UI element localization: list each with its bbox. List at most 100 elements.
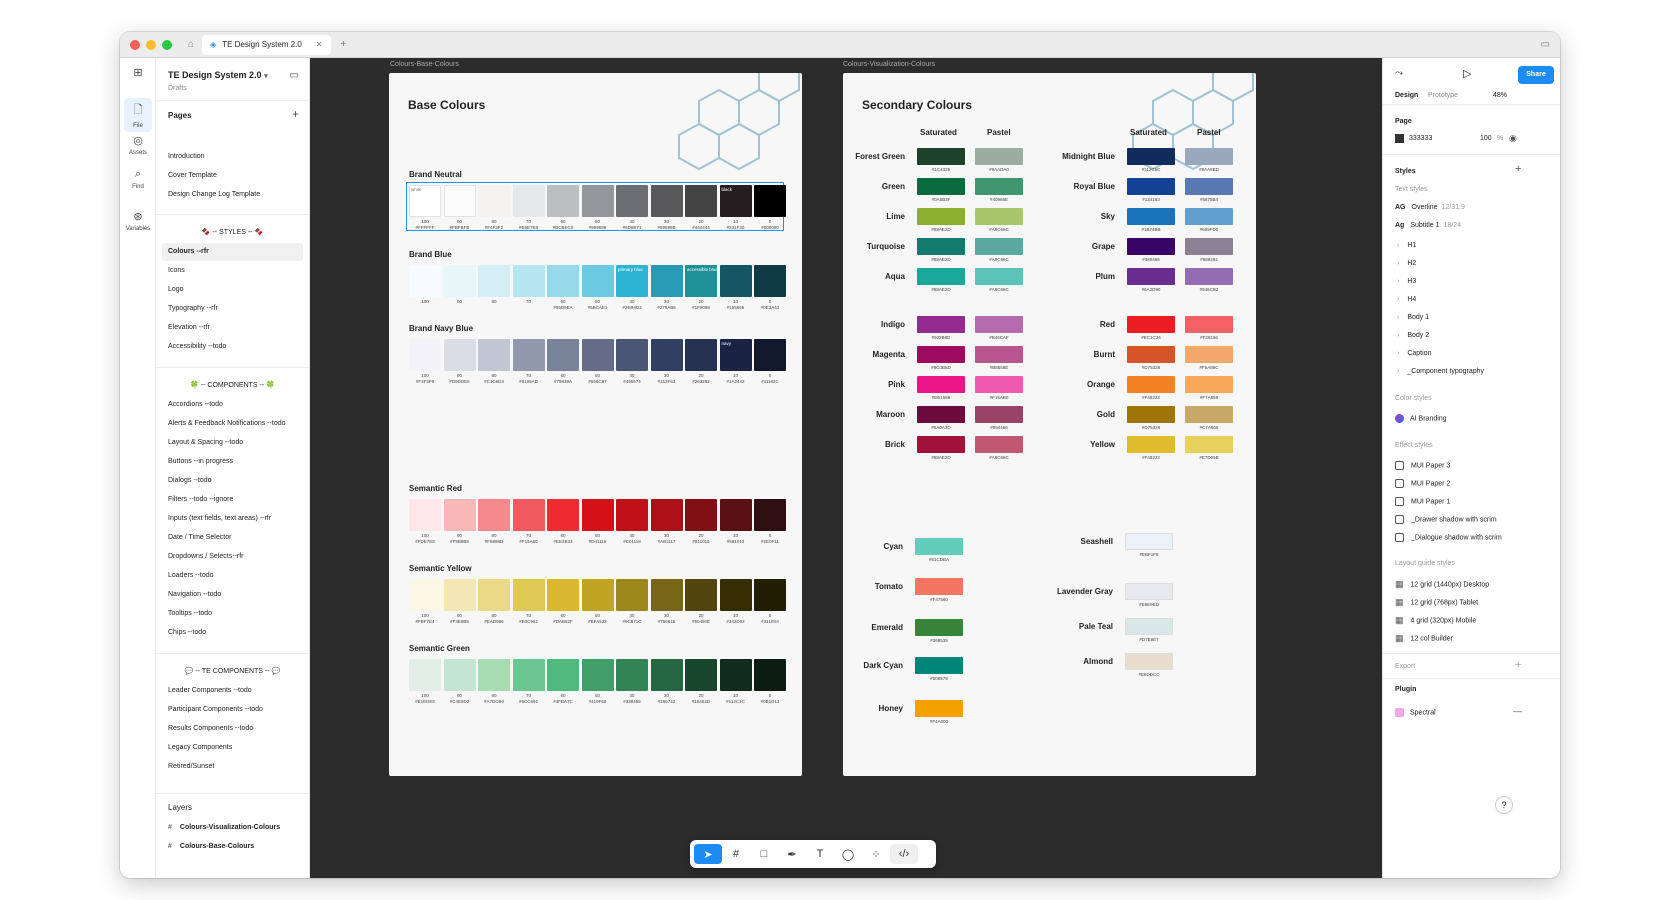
text-style-group[interactable]: › H1 bbox=[1397, 242, 1416, 249]
rectangle-tool-icon[interactable]: □ bbox=[750, 844, 778, 864]
page-item[interactable]: Accordions --todo bbox=[162, 396, 303, 414]
page-item[interactable]: Legacy Components bbox=[162, 739, 303, 757]
pastel-swatch[interactable] bbox=[975, 178, 1023, 195]
new-tab-icon[interactable]: + bbox=[341, 39, 347, 50]
saturated-swatch[interactable] bbox=[1127, 316, 1175, 333]
close-tab-icon[interactable]: ✕ bbox=[316, 40, 323, 49]
add-export-icon[interactable]: + bbox=[1515, 659, 1521, 671]
canvas[interactable]: Colours-Base-Colours Colours-Visualizati… bbox=[310, 58, 1382, 878]
color-swatch[interactable] bbox=[616, 185, 648, 217]
pastel-swatch[interactable] bbox=[975, 406, 1023, 423]
help-button[interactable]: ? bbox=[1495, 796, 1513, 814]
color-swatch[interactable] bbox=[754, 339, 786, 371]
color-swatch[interactable] bbox=[915, 657, 963, 674]
text-tool-icon[interactable]: T bbox=[806, 844, 834, 864]
color-swatch[interactable] bbox=[1125, 653, 1173, 670]
pastel-swatch[interactable] bbox=[975, 238, 1023, 255]
color-swatch[interactable] bbox=[650, 185, 683, 217]
color-swatch[interactable] bbox=[547, 339, 579, 371]
color-swatch[interactable] bbox=[650, 339, 683, 371]
text-style-group[interactable]: › H3 bbox=[1397, 278, 1416, 285]
color-swatch[interactable] bbox=[650, 579, 683, 611]
color-swatch[interactable] bbox=[754, 499, 786, 531]
color-swatch[interactable] bbox=[547, 499, 579, 531]
color-swatch[interactable] bbox=[1125, 583, 1173, 600]
page-item[interactable]: Cover Template bbox=[162, 167, 303, 185]
page-item[interactable]: Colours --rfr bbox=[162, 243, 303, 261]
plugin-item[interactable]: Spectral bbox=[1395, 708, 1436, 717]
page-item[interactable]: Introduction bbox=[162, 148, 303, 166]
text-style-item[interactable]: AG Overline 12/31.9 bbox=[1395, 204, 1465, 211]
pen-tool-icon[interactable]: ✒ bbox=[778, 844, 806, 864]
saturated-swatch[interactable] bbox=[1127, 346, 1175, 363]
present-play-icon[interactable]: ▷ bbox=[1463, 67, 1471, 80]
remove-plugin-icon[interactable]: — bbox=[1513, 706, 1522, 716]
text-style-group[interactable]: › H2 bbox=[1397, 260, 1416, 267]
color-swatch[interactable] bbox=[478, 185, 510, 217]
color-swatch[interactable] bbox=[443, 185, 476, 217]
saturated-swatch[interactable] bbox=[1127, 148, 1175, 165]
minimize-window-button[interactable] bbox=[146, 39, 156, 50]
saturated-swatch[interactable] bbox=[917, 268, 965, 285]
layout-style-item[interactable]: ▦ 12 grid (1440px) Desktop bbox=[1395, 579, 1489, 590]
page-item[interactable]: Alerts & Feedback Notifications --todo bbox=[162, 415, 303, 433]
color-swatch[interactable] bbox=[512, 265, 545, 297]
effect-style-item[interactable]: _Drawer shadow with scrim bbox=[1395, 515, 1497, 524]
pastel-swatch[interactable] bbox=[1185, 346, 1233, 363]
color-swatch[interactable] bbox=[409, 339, 441, 371]
color-swatch[interactable] bbox=[478, 659, 510, 691]
color-swatch[interactable] bbox=[915, 578, 963, 595]
color-swatch[interactable] bbox=[719, 659, 752, 691]
saturated-swatch[interactable] bbox=[917, 376, 965, 393]
text-style-group[interactable]: › H4 bbox=[1397, 296, 1416, 303]
pastel-swatch[interactable] bbox=[1185, 208, 1233, 225]
color-swatch[interactable] bbox=[443, 579, 476, 611]
color-swatch[interactable] bbox=[443, 265, 476, 297]
color-swatch[interactable] bbox=[616, 339, 648, 371]
color-swatch[interactable] bbox=[409, 659, 441, 691]
pastel-swatch[interactable] bbox=[975, 346, 1023, 363]
saturated-swatch[interactable] bbox=[917, 316, 965, 333]
color-swatch[interactable] bbox=[685, 185, 717, 217]
frame-label[interactable]: Colours-Base-Colours bbox=[390, 61, 459, 68]
page-item[interactable]: Design Change Log Template bbox=[162, 186, 303, 204]
page-item[interactable]: Leader Components --todo bbox=[162, 682, 303, 700]
color-swatch[interactable] bbox=[616, 659, 648, 691]
color-swatch[interactable] bbox=[409, 265, 441, 297]
color-swatch[interactable] bbox=[1125, 618, 1173, 635]
color-swatch[interactable] bbox=[547, 579, 579, 611]
color-swatch[interactable] bbox=[685, 339, 717, 371]
pastel-swatch[interactable] bbox=[975, 376, 1023, 393]
color-swatch[interactable] bbox=[512, 499, 545, 531]
pastel-swatch[interactable] bbox=[1185, 406, 1233, 423]
saturated-swatch[interactable] bbox=[1127, 268, 1175, 285]
frame-label[interactable]: Colours-Visualization-Colours bbox=[843, 61, 935, 68]
page-item[interactable]: Elevation --rfr bbox=[162, 319, 303, 337]
color-swatch[interactable] bbox=[915, 700, 963, 717]
saturated-swatch[interactable] bbox=[917, 178, 965, 195]
color-swatch[interactable] bbox=[1125, 533, 1173, 550]
page-item[interactable]: Inputs (text fields, text areas) --rfr bbox=[162, 510, 303, 528]
color-swatch[interactable] bbox=[512, 339, 545, 371]
color-swatch[interactable] bbox=[915, 619, 963, 636]
color-swatch[interactable] bbox=[443, 499, 476, 531]
page-item[interactable]: Navigation --todo bbox=[162, 586, 303, 604]
pastel-swatch[interactable] bbox=[1185, 436, 1233, 453]
pastel-swatch[interactable] bbox=[975, 208, 1023, 225]
dev-mode-icon[interactable]: ‹/› bbox=[890, 844, 918, 864]
text-style-group[interactable]: › Caption bbox=[1397, 350, 1431, 357]
color-swatch[interactable] bbox=[650, 265, 683, 297]
page-section-divider[interactable]: 🍀 -- COMPONENTS -- 🍀 bbox=[162, 377, 303, 395]
base-colours-frame[interactable]: Base Colours Brand Neutral white 100 #FFFFF… bbox=[389, 73, 802, 776]
color-swatch[interactable] bbox=[478, 579, 510, 611]
color-swatch[interactable] bbox=[512, 185, 545, 217]
page-item[interactable]: Typography --rfr bbox=[162, 300, 303, 318]
page-item[interactable]: Logo bbox=[162, 281, 303, 299]
eye-icon[interactable]: ◉ bbox=[1509, 133, 1517, 144]
color-swatch[interactable] bbox=[443, 339, 476, 371]
page-color-swatch[interactable] bbox=[1395, 134, 1404, 143]
comment-tool-icon[interactable]: ◯ bbox=[834, 844, 862, 864]
saturated-swatch[interactable] bbox=[1127, 436, 1175, 453]
saturated-swatch[interactable] bbox=[1127, 376, 1175, 393]
actions-tool-icon[interactable]: ⁘ bbox=[862, 844, 890, 864]
